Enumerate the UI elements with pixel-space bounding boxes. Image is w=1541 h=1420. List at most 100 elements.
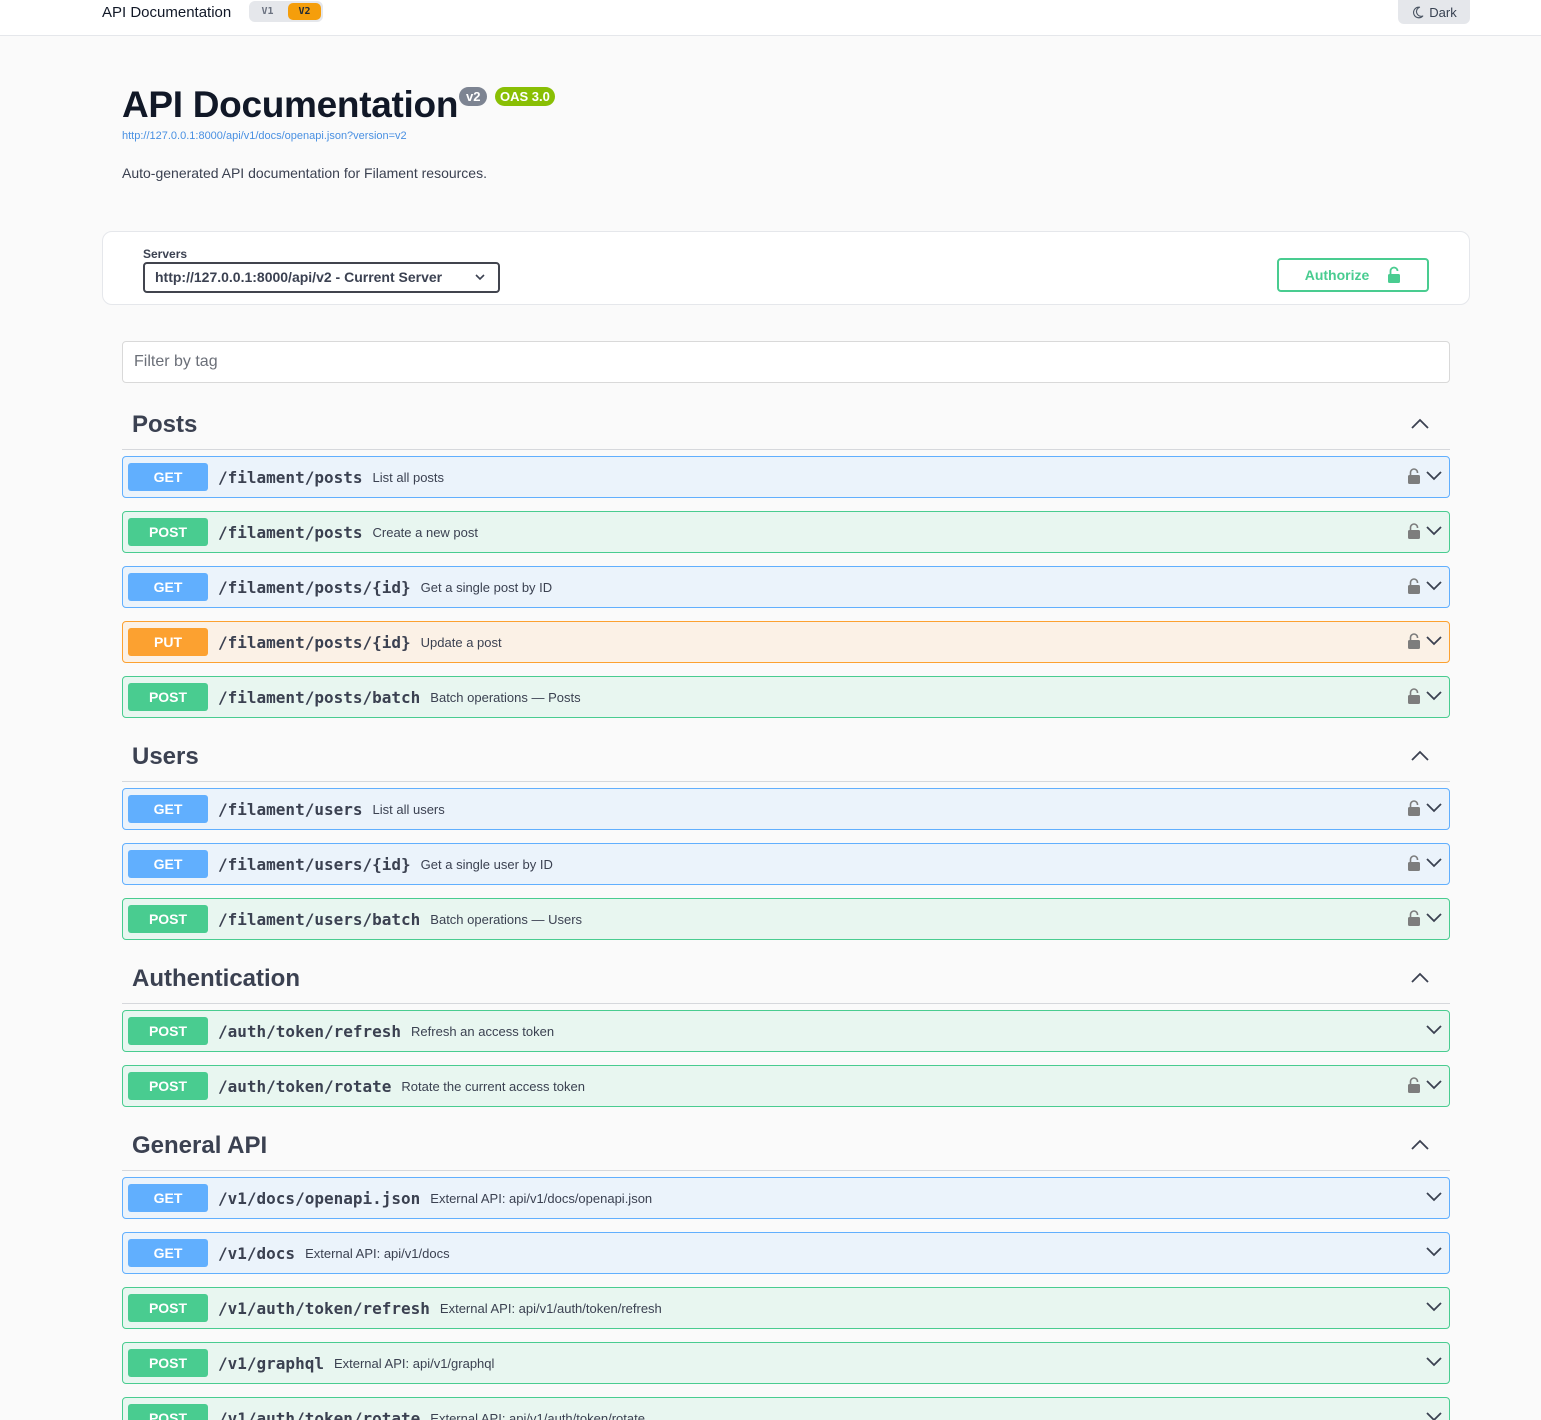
chevron-up-icon[interactable] (1410, 1137, 1430, 1151)
chevron-down-icon[interactable] (1425, 802, 1443, 814)
operation-summary: Batch operations — Users (430, 912, 583, 927)
chevron-up-icon[interactable] (1410, 970, 1430, 984)
operation-path-text: /filament/users/batch (218, 910, 421, 929)
spec-url-link[interactable]: http://127.0.0.1:8000/api/v1/docs/openap… (122, 130, 407, 142)
operation-path: /v1/graphql External API: api/v1/graphql (218, 1354, 494, 1373)
unlock-icon (1388, 266, 1401, 283)
operation-path-text: /v1/docs/openapi.json (218, 1189, 421, 1208)
theme-toggle-label: Dark (1429, 4, 1457, 20)
operation-row[interactable]: POST/filament/posts Create a new post (122, 511, 1450, 553)
operation-path: /filament/posts/{id} Get a single post by… (218, 578, 552, 597)
chevron-down-icon[interactable] (1425, 912, 1443, 924)
lock-icon[interactable] (1407, 909, 1421, 927)
operation-row[interactable]: POST/v1/auth/token/refresh External API: … (122, 1287, 1450, 1329)
operation-path: /filament/users/batch Batch operations — … (218, 910, 582, 929)
chevron-down-icon[interactable] (1425, 1301, 1443, 1313)
operation-summary: Refresh an access token (411, 1024, 555, 1039)
filter-by-tag-input[interactable] (122, 341, 1450, 383)
operation-row[interactable]: POST/v1/auth/token/rotate External API: a… (122, 1397, 1450, 1420)
operation-summary: Create a new post (372, 525, 479, 540)
http-method-badge: GET (128, 463, 208, 491)
operation-summary: Get a single post by ID (420, 580, 553, 595)
operation-path-text: /v1/graphql (218, 1354, 324, 1373)
lock-icon[interactable] (1407, 467, 1421, 485)
operation-path: /filament/posts Create a new post (218, 523, 478, 542)
operation-path-text: /filament/posts/batch (218, 688, 421, 707)
chevron-down-icon[interactable] (1425, 1191, 1443, 1203)
operation-row[interactable]: GET/filament/users/{id} Get a single user… (122, 843, 1450, 885)
operation-summary: External API: api/v1/docs/openapi.json (430, 1191, 653, 1206)
tag-header[interactable]: Users (122, 734, 1450, 782)
chevron-down-icon[interactable] (1425, 1411, 1443, 1420)
http-method-badge: POST (128, 1349, 208, 1377)
operation-path-text: /v1/docs (218, 1244, 296, 1263)
operation-row[interactable]: GET/filament/posts/{id} Get a single post… (122, 566, 1450, 608)
operation-path-text: /v1/auth/token/refresh (218, 1299, 430, 1318)
operation-path: /auth/token/rotate Rotate the current acc… (218, 1077, 585, 1096)
operation-summary: Get a single user by ID (420, 857, 553, 872)
theme-toggle-button[interactable]: Dark (1398, 0, 1470, 24)
chevron-down-icon[interactable] (1425, 525, 1443, 537)
tag-header[interactable]: Posts (122, 402, 1450, 450)
operation-row[interactable]: POST/auth/token/rotate Rotate the current… (122, 1065, 1450, 1107)
api-description: Auto-generated API documentation for Fil… (122, 165, 487, 181)
operation-row[interactable]: GET/v1/docs/openapi.json External API: ap… (122, 1177, 1450, 1219)
chevron-down-icon[interactable] (1425, 1079, 1443, 1091)
lock-icon[interactable] (1407, 799, 1421, 817)
operation-row[interactable]: GET/filament/users List all users (122, 788, 1450, 830)
lock-icon[interactable] (1407, 854, 1421, 872)
operation-path: /v1/auth/token/rotate External API: api/v… (218, 1409, 645, 1420)
operation-path-text: /auth/token/rotate (218, 1077, 392, 1096)
tag-header[interactable]: General API (122, 1123, 1450, 1171)
http-method-badge: POST (128, 683, 208, 711)
operation-summary: Batch operations — Posts (430, 690, 581, 705)
servers-panel: Servers http://127.0.0.1:8000/api/v2 - C… (102, 231, 1470, 305)
lock-icon[interactable] (1407, 687, 1421, 705)
chevron-down-icon (475, 274, 485, 281)
chevron-down-icon[interactable] (1425, 635, 1443, 647)
http-method-badge: PUT (128, 628, 208, 656)
operation-path-text: /auth/token/refresh (218, 1022, 402, 1041)
operation-row[interactable]: POST/filament/users/batch Batch operation… (122, 898, 1450, 940)
tag-name: General API (132, 1132, 268, 1159)
operation-summary: Update a post (420, 635, 502, 650)
lock-icon[interactable] (1407, 632, 1421, 650)
operation-row[interactable]: GET/v1/docs External API: api/v1/docs (122, 1232, 1450, 1274)
operation-row[interactable]: GET/filament/posts List all posts (122, 456, 1450, 498)
version-switcher: V1 V2 (249, 1, 323, 22)
operation-summary: List all posts (372, 470, 445, 485)
operation-path: /v1/docs/openapi.json External API: api/v… (218, 1189, 652, 1208)
chevron-down-icon[interactable] (1425, 1024, 1443, 1036)
http-method-badge: GET (128, 573, 208, 601)
chevron-down-icon[interactable] (1425, 470, 1443, 482)
operation-path-text: /filament/posts/{id} (218, 578, 411, 597)
lock-icon[interactable] (1407, 1076, 1421, 1094)
http-method-badge: POST (128, 518, 208, 546)
chevron-down-icon[interactable] (1425, 1246, 1443, 1258)
version-v1-button[interactable]: V1 (251, 3, 284, 20)
chevron-down-icon[interactable] (1425, 857, 1443, 869)
operation-row[interactable]: POST/auth/token/refresh Refresh an access… (122, 1010, 1450, 1052)
chevron-up-icon[interactable] (1410, 748, 1430, 762)
chevron-down-icon[interactable] (1425, 690, 1443, 702)
operation-row[interactable]: PUT/filament/posts/{id} Update a post (122, 621, 1450, 663)
lock-icon[interactable] (1407, 577, 1421, 595)
http-method-badge: GET (128, 850, 208, 878)
operation-row[interactable]: POST/v1/graphql External API: api/v1/grap… (122, 1342, 1450, 1384)
chevron-up-icon[interactable] (1410, 416, 1430, 430)
version-v2-button[interactable]: V2 (288, 3, 321, 20)
operation-path-text: /filament/users/{id} (218, 855, 411, 874)
servers-label: Servers (143, 247, 188, 261)
authorize-button[interactable]: Authorize (1277, 258, 1429, 292)
chevron-down-icon[interactable] (1425, 580, 1443, 592)
oas-badge: OAS 3.0 (495, 87, 555, 106)
lock-icon[interactable] (1407, 522, 1421, 540)
tag-name: Users (132, 743, 199, 770)
operation-row[interactable]: POST/filament/posts/batch Batch operation… (122, 676, 1450, 718)
operation-summary: External API: api/v1/graphql (333, 1356, 495, 1371)
http-method-badge: GET (128, 1184, 208, 1212)
tag-header[interactable]: Authentication (122, 956, 1450, 1004)
chevron-down-icon[interactable] (1425, 1356, 1443, 1368)
server-select[interactable]: http://127.0.0.1:8000/api/v2 - Current S… (143, 262, 500, 293)
operation-path: /auth/token/refresh Refresh an access tok… (218, 1022, 554, 1041)
